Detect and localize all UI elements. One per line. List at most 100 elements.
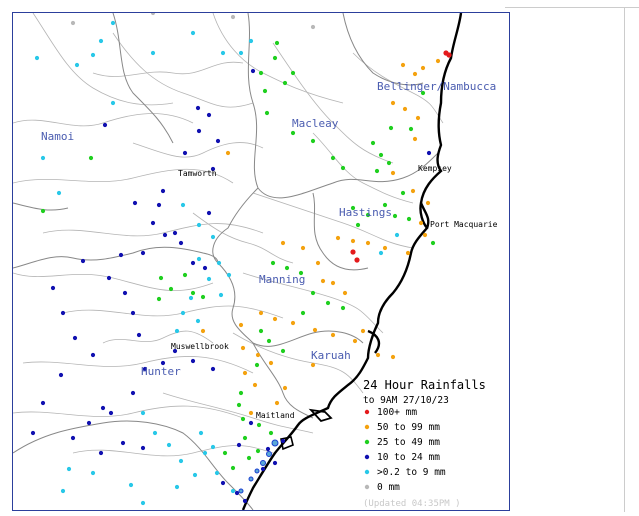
station-marker-10-to-24: [202, 265, 208, 271]
station-marker-25-to-49: [158, 275, 164, 281]
station-marker-50-to-99: [405, 250, 411, 256]
station-marker-0-2-to-9: [110, 100, 116, 106]
station-marker-50-to-99: [410, 188, 416, 194]
station-marker-50-to-99: [315, 260, 321, 266]
station-marker-0-2-to-9: [190, 30, 196, 36]
station-marker-10-to-24: [40, 400, 46, 406]
station-marker-50-to-99: [225, 150, 231, 156]
right-divider: [624, 7, 625, 512]
station-marker-0-2-to-9: [195, 318, 201, 324]
station-marker-50-to-99: [258, 310, 264, 316]
station-marker-0-2-to-9: [238, 50, 244, 56]
station-marker-25-to-49: [242, 435, 248, 441]
station-marker-10-to-24: [80, 258, 86, 264]
station-marker-25-to-49: [88, 155, 94, 161]
station-marker-0-2-to-9: [226, 272, 232, 278]
station-marker-10-to-24: [136, 332, 142, 338]
station-marker-0-2-to-9: [180, 310, 186, 316]
station-marker-50-to-99: [365, 240, 371, 246]
station-marker-0-2-to-9: [214, 470, 220, 476]
station-marker-10-to-24: [86, 420, 92, 426]
station-marker-zero: [150, 13, 156, 16]
station-marker-50-to-99: [282, 385, 288, 391]
station-marker-10-to-24: [58, 372, 64, 378]
station-marker-0-2-to-9: [394, 232, 400, 238]
station-marker-25-to-49: [190, 290, 196, 296]
station-marker-10-to-24: [234, 490, 240, 496]
region-label-macleay: Macleay: [292, 117, 339, 130]
station-marker-50-to-99: [412, 71, 418, 77]
station-marker-25-to-49: [330, 155, 336, 161]
station-marker-25-to-49: [430, 240, 436, 246]
station-marker-10-to-24: [182, 150, 188, 156]
station-marker-10-to-24: [195, 105, 201, 111]
station-marker-0-2-to-9: [192, 472, 198, 478]
station-marker-0-2-to-9: [60, 488, 66, 494]
town-label-muswellbrook: Muswellbrook: [171, 342, 229, 351]
station-marker-50-to-99: [300, 245, 306, 251]
station-marker-10-to-24: [90, 352, 96, 358]
station-marker-50-to-99: [240, 345, 246, 351]
station-marker-10-to-24: [140, 250, 146, 256]
station-marker-10-to-24: [260, 466, 266, 472]
station-marker-10-to-24: [190, 260, 196, 266]
station-marker-10-to-24: [130, 390, 136, 396]
legend-swatch-0-2-to-9: [364, 469, 370, 475]
station-marker-10-to-24: [106, 275, 112, 281]
station-marker-10-to-24: [210, 366, 216, 372]
rainfall-legend: 24 Hour Rainfalls to 9AM 27/10/23 100+ m…: [363, 378, 486, 509]
station-marker-10-to-24: [160, 188, 166, 194]
station-marker-50-to-99: [238, 322, 244, 328]
station-marker-25-to-49: [236, 402, 242, 408]
station-marker-0-2-to-9: [166, 442, 172, 448]
legend-label-100-plus: 100+ mm: [377, 407, 417, 418]
station-marker-25-to-49: [230, 465, 236, 471]
station-marker-25-to-49: [256, 422, 262, 428]
station-marker-50-to-99: [274, 400, 280, 406]
station-marker-10-to-24: [172, 230, 178, 236]
station-marker-0-2-to-9: [90, 470, 96, 476]
legend-label-10-to-24: 10 to 24 mm: [377, 452, 440, 463]
station-marker-50-to-99: [330, 280, 336, 286]
station-marker-0-2-to-9: [74, 62, 80, 68]
station-marker-10-to-24: [248, 420, 254, 426]
town-label-kempsey: Kempsey: [418, 164, 452, 173]
station-marker-50-to-99: [422, 232, 428, 238]
station-marker-0-2-to-9: [202, 450, 208, 456]
station-marker-25-to-49: [255, 448, 261, 454]
station-marker-0-2-to-9: [378, 250, 384, 256]
station-marker-25-to-49: [264, 110, 270, 116]
region-label-karuah: Karuah: [311, 349, 351, 362]
station-marker-10-to-24: [122, 290, 128, 296]
station-marker-50-to-99: [390, 170, 396, 176]
legend-swatch-100-plus: [364, 409, 370, 415]
station-marker-25-to-49: [340, 165, 346, 171]
station-marker-50-to-99: [310, 362, 316, 368]
station-marker-0-2-to-9: [174, 328, 180, 334]
station-marker-25-to-49: [266, 338, 272, 344]
station-marker-10-to-24: [50, 285, 56, 291]
station-marker-0-2-to-9: [220, 50, 226, 56]
station-marker-50-to-99: [390, 354, 396, 360]
station-marker-25-to-49: [168, 286, 174, 292]
station-marker-50-to-99: [268, 360, 274, 366]
station-marker-50-to-99: [350, 238, 356, 244]
station-marker-0-2-to-9: [210, 444, 216, 450]
station-marker-10-to-24: [178, 240, 184, 246]
station-marker-50-to-99: [375, 352, 381, 358]
station-marker-25-to-49: [290, 70, 296, 76]
station-marker-50-to-99: [435, 58, 441, 64]
station-marker-10-to-24: [70, 435, 76, 441]
station-marker-0-2-to-9: [210, 234, 216, 240]
station-marker-50-to-99: [255, 352, 261, 358]
station-marker-10-to-24: [426, 150, 432, 156]
station-marker-10-to-24: [132, 200, 138, 206]
station-marker-10-to-24: [190, 358, 196, 364]
station-marker-100-plus: [350, 249, 356, 255]
station-marker-50-to-99: [382, 245, 388, 251]
station-marker-50-to-99: [418, 220, 424, 226]
station-marker-0-2-to-9: [196, 256, 202, 262]
station-marker-25-to-49: [258, 328, 264, 334]
station-marker-25-to-49: [310, 138, 316, 144]
station-marker-50-to-99: [335, 235, 341, 241]
